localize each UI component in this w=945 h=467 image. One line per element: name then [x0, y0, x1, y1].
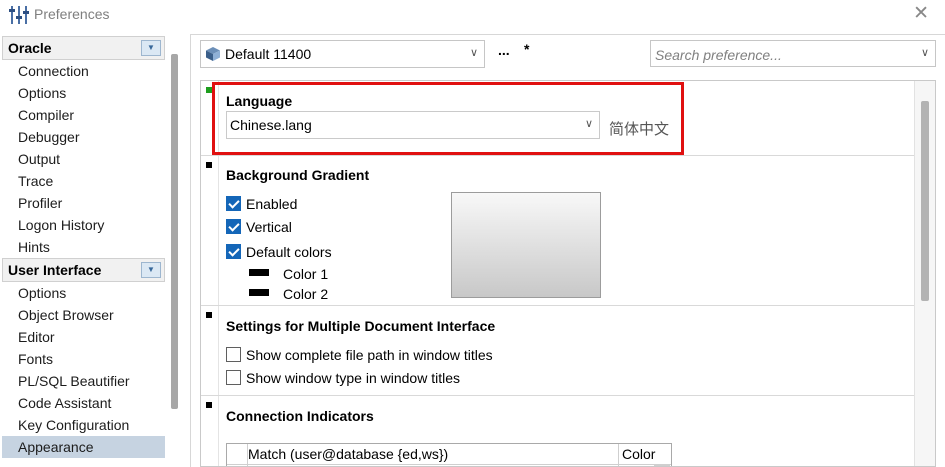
sidebar-item-ui-options[interactable]: Options: [2, 282, 165, 304]
language-dropdown[interactable]: Chinese.lang ∨: [226, 111, 600, 139]
checkbox-checked[interactable]: [226, 219, 241, 234]
checkbox-unchecked[interactable]: [226, 370, 241, 385]
color1-row[interactable]: Color 1: [249, 266, 328, 286]
show-path-checkbox[interactable]: Show complete file path in window titles: [226, 347, 493, 367]
section-marker: [206, 162, 212, 168]
window-title: Preferences: [34, 6, 110, 22]
grid-row-header: [227, 444, 248, 466]
sidebar-item-plsql-beautifier[interactable]: PL/SQL Beautifier: [2, 370, 165, 392]
category-header-user-interface[interactable]: User Interface ▼: [2, 258, 165, 282]
section-background-gradient: Background Gradient Enabled Vertical Def…: [201, 156, 917, 306]
column-separator: [618, 444, 619, 466]
sidebar-item-connection[interactable]: Connection: [2, 60, 165, 82]
divider: [190, 34, 191, 467]
section-connection-indicators: Connection Indicators Match (user@databa…: [201, 396, 917, 466]
chevron-down-icon: ∨: [469, 47, 478, 59]
show-type-checkbox[interactable]: Show window type in window titles: [226, 370, 460, 390]
color2-label: Color 2: [283, 286, 329, 302]
color2-row[interactable]: Color 2: [249, 286, 328, 306]
collapse-icon[interactable]: ▼: [141, 262, 161, 278]
color-swatch[interactable]: [249, 289, 269, 296]
checkbox-label: Default colors: [246, 244, 332, 260]
search-box[interactable]: ∨: [650, 40, 936, 67]
category-tree: Oracle ▼ Connection Options Compiler Deb…: [2, 36, 165, 458]
preferences-sidebar: Oracle ▼ Connection Options Compiler Deb…: [0, 34, 184, 467]
sidebar-item-trace[interactable]: Trace: [2, 170, 165, 192]
profile-menu-button[interactable]: ...: [498, 42, 510, 58]
close-icon[interactable]: ✕: [913, 4, 929, 24]
profile-value: Default 11400: [225, 46, 312, 62]
divider: [190, 34, 945, 35]
section-title: Language: [226, 93, 293, 109]
chevron-down-icon: ∨: [584, 118, 593, 130]
collapse-icon[interactable]: ▼: [141, 40, 161, 56]
category-label: User Interface: [8, 262, 102, 278]
section-title: Connection Indicators: [226, 408, 374, 424]
settings-panel: Language Chinese.lang ∨ 简体中文 Background …: [200, 80, 936, 467]
sidebar-item-fonts[interactable]: Fonts: [2, 348, 165, 370]
enabled-checkbox[interactable]: Enabled: [226, 196, 297, 216]
title-bar: Preferences ✕: [0, 0, 945, 30]
sidebar-item-compiler[interactable]: Compiler: [2, 104, 165, 126]
search-input[interactable]: [653, 44, 907, 65]
checkbox-label: Vertical: [246, 219, 292, 235]
vertical-checkbox[interactable]: Vertical: [226, 219, 292, 239]
section-marker: [206, 312, 212, 318]
settings-scrollbar[interactable]: [914, 81, 935, 466]
sidebar-scrollbar[interactable]: [171, 54, 178, 409]
column-header-match[interactable]: Match (user@database {ed,ws}): [248, 446, 448, 462]
sidebar-item-code-assistant[interactable]: Code Assistant: [2, 392, 165, 414]
checkbox-unchecked[interactable]: [226, 347, 241, 362]
sidebar-item-key-configuration[interactable]: Key Configuration: [2, 414, 165, 436]
language-native-name: 简体中文: [609, 121, 670, 138]
category-header-oracle[interactable]: Oracle ▼: [2, 36, 165, 60]
gradient-preview: [451, 192, 601, 298]
chevron-down-icon[interactable]: ∨: [921, 46, 929, 59]
sidebar-item-editor[interactable]: Editor: [2, 326, 165, 348]
language-value: Chinese.lang: [230, 117, 312, 133]
cube-icon: [206, 47, 220, 61]
profile-dropdown[interactable]: Default 11400 ∨: [200, 40, 485, 68]
modified-indicator: *: [524, 41, 530, 57]
color-swatch[interactable]: [249, 269, 269, 276]
section-language: Language Chinese.lang ∨ 简体中文: [201, 81, 917, 156]
connection-indicator-grid[interactable]: Match (user@database {ed,ws}) Color * ..…: [226, 443, 672, 466]
scrollbar-thumb[interactable]: [921, 101, 929, 301]
section-marker: [206, 87, 212, 93]
sliders-icon: [9, 6, 29, 24]
checkbox-label: Show window type in window titles: [246, 370, 460, 386]
sidebar-item-debugger[interactable]: Debugger: [2, 126, 165, 148]
sidebar-item-output[interactable]: Output: [2, 148, 165, 170]
section-marker: [206, 402, 212, 408]
default-colors-checkbox[interactable]: Default colors: [226, 244, 332, 264]
sidebar-item-profiler[interactable]: Profiler: [2, 192, 165, 214]
sidebar-item-object-browser[interactable]: Object Browser: [2, 304, 165, 326]
sidebar-item-options[interactable]: Options: [2, 82, 165, 104]
sidebar-item-logon-history[interactable]: Logon History: [2, 214, 165, 236]
checkbox-checked[interactable]: [226, 196, 241, 211]
section-mdi: Settings for Multiple Document Interface…: [201, 306, 917, 396]
checkbox-checked[interactable]: [226, 244, 241, 259]
color1-label: Color 1: [283, 266, 329, 282]
checkbox-label: Show complete file path in window titles: [246, 347, 493, 363]
column-header-color[interactable]: Color: [622, 446, 655, 462]
sidebar-item-appearance[interactable]: Appearance: [2, 436, 165, 458]
section-title: Background Gradient: [226, 167, 370, 183]
checkbox-label: Enabled: [246, 196, 298, 212]
sidebar-item-hints[interactable]: Hints: [2, 236, 165, 258]
section-title: Settings for Multiple Document Interface: [226, 318, 496, 334]
category-label: Oracle: [8, 40, 52, 56]
